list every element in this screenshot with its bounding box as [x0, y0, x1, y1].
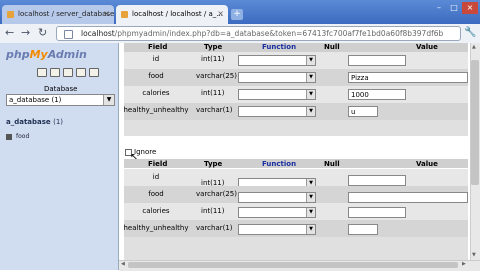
home-icon[interactable]	[37, 68, 47, 77]
tab-label: localhost / server_database...	[18, 10, 114, 18]
header-type: Type	[204, 160, 223, 168]
header-null: Null	[324, 160, 340, 168]
header-function: Function	[262, 43, 297, 51]
chevron-down-icon: ▼	[306, 73, 315, 82]
query-window-icon[interactable]	[63, 68, 73, 77]
tab-localhost[interactable]: localhost / localhost / a_... ×	[116, 5, 228, 24]
new-tab-button[interactable]: +	[231, 9, 243, 20]
function-select[interactable]: ▼	[238, 89, 316, 100]
function-select[interactable]: ▼	[238, 72, 316, 83]
field-name: id	[152, 173, 160, 181]
header-field: Field	[148, 160, 168, 168]
database-count: (1)	[53, 118, 64, 126]
database-select[interactable]: a_database (1) ▼	[6, 94, 115, 106]
scroll-left-icon[interactable]: ◀	[121, 261, 125, 267]
field-name: healthy_unhealthy	[123, 106, 189, 114]
scroll-right-icon[interactable]: ▶	[462, 261, 466, 267]
sql-docs-icon[interactable]	[89, 68, 99, 77]
address-bar[interactable]: localhost/phpmyadmin/index.php?db=a_data…	[56, 26, 461, 41]
scroll-down-icon[interactable]: ▼	[472, 252, 476, 258]
value-input[interactable]: Pizza	[348, 72, 468, 83]
field-name: calories	[142, 207, 170, 215]
chevron-down-icon: ▼	[306, 56, 315, 65]
chevron-down-icon: ▼	[306, 208, 315, 217]
navigation-frame	[0, 43, 119, 270]
window-close-icon[interactable]: ×	[462, 2, 478, 14]
documentation-icon[interactable]	[76, 68, 86, 77]
header-value: Value	[416, 160, 438, 168]
close-icon[interactable]: ×	[217, 9, 224, 18]
header-function: Function	[262, 160, 297, 168]
value-input[interactable]	[348, 224, 378, 235]
minimize-icon[interactable]: –	[432, 2, 446, 14]
header-type: Type	[204, 43, 223, 51]
close-icon[interactable]: ×	[103, 9, 110, 18]
header-field: Field	[148, 43, 168, 51]
chevron-down-icon: ▼	[306, 225, 315, 234]
action-row	[124, 120, 468, 136]
field-type: int(11)	[201, 89, 225, 97]
header-value: Value	[416, 43, 438, 51]
forward-icon[interactable]: →	[21, 27, 30, 39]
reload-icon[interactable]: ↻	[38, 27, 47, 39]
table-link-food[interactable]: food	[16, 133, 29, 140]
field-type: int(11)	[201, 207, 225, 215]
chevron-down-icon: ▼	[306, 90, 315, 99]
field-type: varchar(1)	[196, 224, 233, 232]
function-select[interactable]: ▼	[238, 207, 316, 218]
value-input[interactable]	[348, 207, 406, 218]
field-type: varchar(1)	[196, 106, 233, 114]
logo-my: My	[29, 48, 48, 61]
address-host: localhost	[81, 29, 115, 38]
database-select-value: a_database (1)	[9, 96, 62, 104]
favicon-icon	[121, 11, 128, 18]
favicon-icon	[7, 11, 14, 18]
field-name: calories	[142, 89, 170, 97]
field-type: varchar(25)	[196, 72, 237, 80]
chevron-down-icon: ▼	[306, 107, 315, 116]
address-path: /phpmyadmin/index.php?db=a_database&toke…	[114, 29, 444, 38]
scroll-up-icon[interactable]: ▲	[472, 44, 476, 50]
database-name: a_database	[6, 118, 51, 126]
exit-icon[interactable]	[50, 68, 60, 77]
value-input[interactable]: u	[348, 106, 378, 117]
function-select[interactable]: ▼	[238, 224, 316, 235]
page-icon	[64, 30, 73, 39]
wrench-icon[interactable]: 🔧	[464, 27, 476, 38]
field-type: varchar(25)	[196, 190, 237, 198]
phpmyadmin-logo[interactable]: phpMyAdmin	[6, 48, 87, 61]
back-icon[interactable]: ←	[5, 27, 14, 39]
database-link[interactable]: a_database (1)	[6, 118, 63, 126]
tab-label: localhost / localhost / a_...	[132, 10, 223, 18]
value-input[interactable]	[348, 55, 406, 66]
database-label: Database	[44, 85, 78, 93]
maximize-icon[interactable]: □	[447, 2, 461, 14]
field-name: food	[148, 72, 164, 80]
value-input[interactable]	[348, 175, 406, 186]
field-name: healthy_unhealthy	[123, 224, 189, 232]
field-name: id	[152, 55, 160, 63]
tab-server-database[interactable]: localhost / server_database... ×	[2, 5, 114, 24]
logo-admin: Admin	[47, 48, 87, 61]
value-input[interactable]: 1000	[348, 89, 406, 100]
horizontal-scrollbar-thumb[interactable]	[128, 262, 458, 268]
logo-php: php	[6, 48, 30, 61]
header-null: Null	[324, 43, 340, 51]
function-select[interactable]: ▼	[238, 106, 316, 117]
field-type: int(11)	[201, 55, 225, 63]
field-name: food	[148, 190, 164, 198]
function-select[interactable]: ▼	[238, 192, 316, 203]
action-row	[124, 237, 468, 260]
function-select[interactable]: ▼	[238, 55, 316, 66]
vertical-scrollbar-thumb[interactable]	[471, 60, 479, 185]
chevron-down-icon: ▼	[103, 95, 114, 105]
table-icon[interactable]	[6, 134, 12, 140]
value-input[interactable]	[348, 192, 468, 203]
chevron-down-icon: ▼	[306, 193, 315, 202]
